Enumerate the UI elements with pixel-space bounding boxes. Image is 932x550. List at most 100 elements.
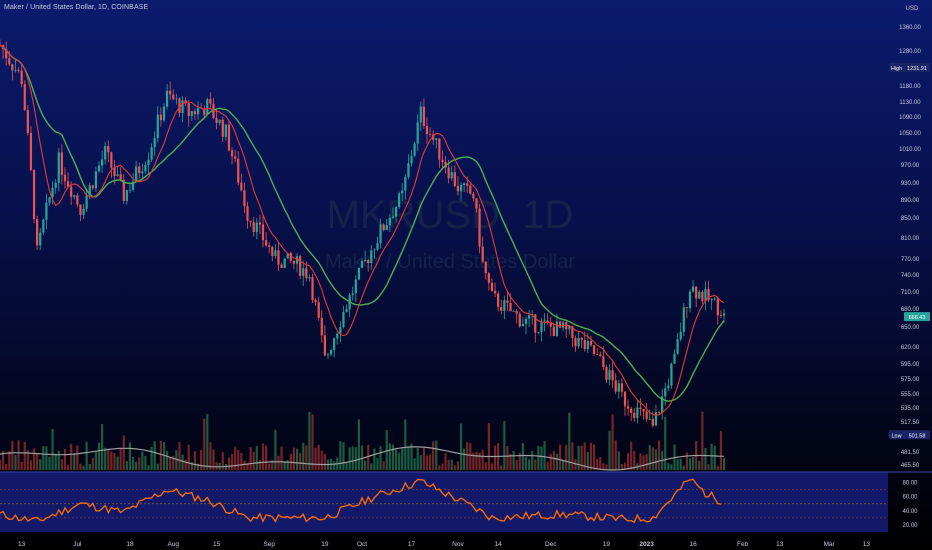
volume-bar [8, 451, 11, 470]
candle-body [336, 333, 339, 339]
volume-bar [94, 451, 98, 470]
candle-body [29, 133, 33, 170]
candle-body [413, 143, 416, 156]
candle-body [673, 353, 676, 364]
date-tick-label: Jul [73, 541, 82, 548]
rsi-tick-label: 60.00 [902, 495, 918, 501]
volume-bar [299, 452, 302, 470]
volume-bar [295, 448, 299, 470]
price-tick-label: 595.00 [901, 362, 920, 368]
price-chart-svg[interactable]: MKRUSD, 1D Maker / United States Dollar … [0, 0, 932, 550]
price-tick-label: 740.00 [901, 273, 920, 279]
volume-bar [685, 452, 688, 470]
candle-body [329, 349, 333, 355]
candle-body [614, 380, 617, 392]
candle-body [42, 219, 45, 233]
volume-bar [292, 447, 296, 470]
candle-body [224, 124, 227, 137]
candle-body [107, 146, 110, 153]
candle-body [425, 125, 429, 135]
candle-body [116, 174, 119, 177]
time-axis[interactable]: 13 Jul 18 Aug 15 Sep 19 Oct 17 Nov 14 Dec 19 2023 16 Fe… [18, 541, 870, 548]
candle-body [453, 172, 456, 186]
candle-body [193, 111, 197, 115]
volume-bar [73, 453, 76, 470]
rsi-pane[interactable]: 80.00 60.00 40.00 20.00 [0, 471, 932, 532]
candle-body [410, 155, 413, 164]
volume-bar [209, 442, 212, 470]
volume-bar [342, 442, 345, 470]
candle-body [283, 258, 286, 268]
volume-bar [153, 441, 156, 470]
volume-bar [261, 443, 265, 470]
volume-bar [308, 412, 311, 470]
candle-body [97, 165, 101, 172]
candle-body [497, 293, 500, 307]
volume-bar [657, 440, 661, 470]
volume-bar [422, 447, 425, 470]
candle-body [373, 249, 376, 251]
candle-body [654, 412, 658, 426]
candle-body [596, 354, 599, 355]
candle-body [172, 94, 175, 100]
rsi-tick-label: 40.00 [902, 509, 918, 515]
price-tick-label: 650.00 [901, 325, 920, 331]
candle-body [691, 286, 695, 292]
candle-body [215, 118, 218, 123]
volume-bar [416, 448, 419, 470]
volume-bar [258, 460, 262, 470]
date-tick-label: 19 [321, 541, 329, 548]
volume-bar [376, 457, 379, 470]
date-tick-label: Sep [263, 541, 275, 548]
candle-body [101, 159, 104, 166]
volume-bar [339, 441, 342, 470]
volume-bar [394, 449, 398, 470]
price-tick-label: 1360.00 [899, 25, 921, 31]
volume-bar [178, 442, 181, 470]
candle-body [206, 99, 209, 115]
volume-bar [589, 442, 593, 470]
volume-bar [97, 442, 101, 470]
candle-body [463, 183, 466, 186]
volume-bar [438, 465, 441, 470]
candle-body [466, 183, 469, 186]
candle-body [314, 299, 317, 303]
volume-bar [5, 464, 8, 470]
candle-body [645, 411, 648, 420]
candle-body [237, 158, 240, 183]
volume-bar [546, 462, 549, 470]
high-badge-label: High [891, 66, 902, 72]
candle-body [26, 110, 29, 134]
date-tick-label: 2023 [639, 541, 654, 548]
price-tick-label: 1050.00 [899, 131, 921, 137]
candle-body [175, 98, 178, 100]
volume-bar [333, 461, 336, 470]
volume-bar [113, 452, 116, 470]
candle-body [719, 315, 723, 317]
volume-bar [679, 458, 682, 470]
volume-bar [558, 444, 562, 470]
candle-body [57, 152, 60, 183]
volume-bar [54, 454, 57, 470]
price-axis[interactable]: 1360.00 1280.00 1180.00 1130.00 1090.00 1050.… [899, 25, 921, 469]
candle-body [11, 64, 14, 71]
volume-bar [521, 442, 524, 470]
candle-body [165, 90, 169, 107]
volume-bar [252, 451, 255, 470]
candle-body [249, 220, 252, 223]
chart-canvas[interactable]: Maker / United States Dollar, 1D, COINBA… [0, 0, 932, 550]
volume-bar [200, 449, 203, 470]
volume-bar [425, 455, 429, 470]
volume-bar [70, 444, 73, 470]
candle-body [602, 356, 605, 367]
date-tick-label: Oct [357, 541, 367, 548]
price-tick-label: 810.00 [901, 236, 920, 242]
volume-bar [419, 455, 422, 470]
volume-bar [138, 457, 141, 470]
volume-bar [704, 447, 707, 470]
volume-bar [20, 462, 23, 470]
candle-body [716, 298, 719, 316]
candle-body [311, 277, 314, 300]
volume-bar [648, 445, 651, 470]
candle-body [125, 190, 128, 201]
